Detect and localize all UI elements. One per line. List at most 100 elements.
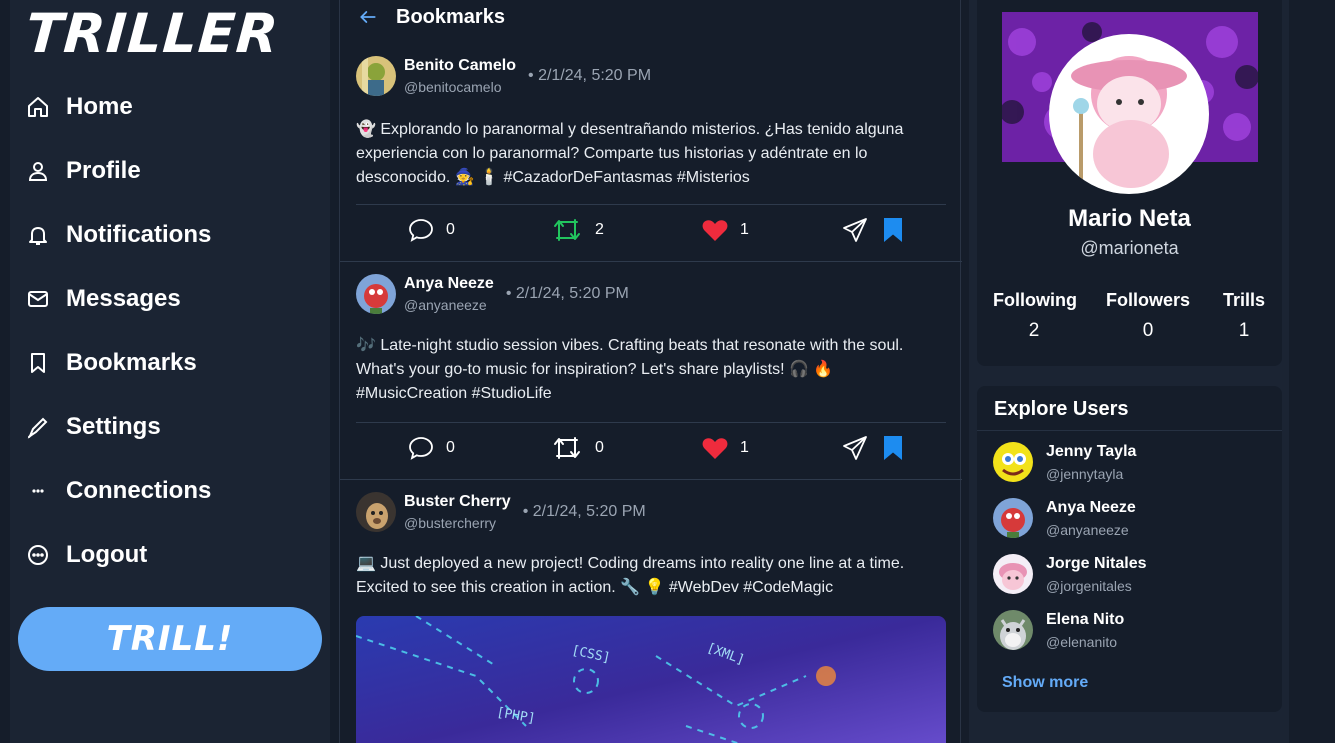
bookmark-button[interactable]	[879, 434, 907, 462]
explore-user-item[interactable]: Anya Neeze @anyaneeze	[993, 498, 1136, 538]
post-header: Anya Neeze @anyaneeze • 2/1/24, 5:20 PM	[356, 274, 629, 314]
bookmark-filled-icon	[884, 436, 902, 460]
explore-user-item[interactable]: Elena Nito @elenanito	[993, 610, 1124, 650]
stat-label: Following	[993, 290, 1077, 310]
explore-user-name: Jorge Nitales	[1046, 554, 1147, 572]
right-panel: Mario Neta @marioneta Following 2 Follow…	[969, 0, 1289, 743]
sidebar-item-label: Connections	[66, 477, 212, 504]
show-more-link[interactable]: Show more	[1002, 674, 1088, 692]
sidebar-item-label: Messages	[66, 285, 181, 312]
send-icon	[843, 218, 867, 242]
stat-following[interactable]: Following 2	[993, 290, 1077, 342]
share-button[interactable]	[841, 434, 869, 462]
avatar	[993, 498, 1033, 538]
bookmark-icon	[31, 353, 45, 373]
avatar[interactable]	[356, 492, 396, 532]
trill-button[interactable]: TRILL!	[18, 607, 322, 671]
post-author-handle[interactable]: @anyaneeze	[404, 297, 494, 313]
comment-icon	[409, 219, 433, 242]
sidebar-item-label: Bookmarks	[66, 349, 197, 376]
profile-card: Mario Neta @marioneta Following 2 Follow…	[977, 0, 1282, 366]
like-count: 1	[740, 221, 749, 238]
retrill-icon	[554, 437, 580, 459]
pen-icon	[27, 417, 48, 439]
avatar	[993, 442, 1033, 482]
comment-icon	[409, 437, 433, 460]
comment-count: 0	[446, 439, 455, 456]
explore-user-item[interactable]: Jorge Nitales @jorgenitales	[993, 554, 1146, 594]
post-card: Anya Neeze @anyaneeze • 2/1/24, 5:20 PM …	[340, 262, 962, 480]
back-arrow-icon[interactable]	[358, 7, 378, 27]
share-button[interactable]	[841, 216, 869, 244]
stat-value: 0	[1142, 320, 1154, 341]
sidebar-item-profile[interactable]: Profile	[10, 139, 330, 203]
post-timestamp: • 2/1/24, 5:20 PM	[505, 285, 629, 302]
retrill-button[interactable]: 2	[550, 216, 604, 244]
feed-header: Bookmarks	[340, 0, 960, 34]
post-card: Benito Camelo @benitocamelo • 2/1/24, 5:…	[340, 40, 962, 262]
post-timestamp: • 2/1/24, 5:20 PM	[522, 503, 646, 520]
explore-user-handle: @jennytayla	[1046, 465, 1124, 482]
retrill-count: 0	[595, 439, 604, 456]
post-image[interactable]: [CSS] [XML] [PHP]	[356, 616, 946, 743]
post-author-name[interactable]: Anya Neeze	[404, 275, 494, 293]
sidebar-item-label: Profile	[66, 157, 141, 184]
post-text: 🎶 Late-night studio session vibes. Craft…	[356, 337, 904, 402]
avatar[interactable]	[356, 274, 396, 314]
post-actions: 0 0 1	[356, 422, 946, 472]
send-icon	[843, 436, 867, 460]
post-author-handle[interactable]: @bustercherry	[404, 515, 511, 531]
bookmarks-feed: Bookmarks Benito Camelo @benitocamelo • …	[339, 0, 962, 743]
post-timestamp: • 2/1/24, 5:20 PM	[528, 67, 652, 84]
sidebar-item-notifications[interactable]: Notifications	[10, 203, 330, 267]
user-icon	[28, 162, 48, 181]
comment-button[interactable]: 0	[407, 434, 455, 462]
stat-value: 2	[1028, 320, 1040, 341]
explore-user-handle: @anyaneeze	[1046, 521, 1129, 538]
sidebar: TRILLER Home Profile Notifications Messa…	[10, 0, 330, 743]
retrill-button[interactable]: 0	[550, 434, 604, 462]
explore-user-handle: @elenanito	[1046, 633, 1118, 650]
profile-name: Mario Neta	[1068, 205, 1191, 232]
post-author-name[interactable]: Buster Cherry	[404, 493, 511, 511]
stat-value: 1	[1238, 320, 1250, 341]
sidebar-item-label: Notifications	[66, 221, 212, 248]
comment-button[interactable]: 0	[407, 216, 455, 244]
stat-label: Followers	[1105, 290, 1190, 310]
app-logo[interactable]: TRILLER	[24, 2, 281, 65]
post-author-handle[interactable]: @benitocamelo	[404, 79, 516, 95]
dots-icon	[32, 489, 44, 493]
stat-label: Trills	[1222, 290, 1266, 310]
post-actions: 0 2 1	[356, 204, 946, 254]
explore-user-item[interactable]: Jenny Tayla @jennytayla	[993, 442, 1136, 482]
sidebar-item-messages[interactable]: Messages	[10, 267, 330, 331]
explore-user-handle: @jorgenitales	[1046, 577, 1132, 594]
avatar[interactable]	[356, 56, 396, 96]
sidebar-item-home[interactable]: Home	[10, 75, 330, 139]
profile-handle: @marioneta	[1080, 238, 1179, 258]
like-count: 1	[740, 439, 749, 456]
sidebar-item-label: Logout	[66, 541, 148, 568]
bookmark-filled-icon	[884, 218, 902, 242]
post-author-name[interactable]: Benito Camelo	[404, 57, 516, 75]
sidebar-item-connections[interactable]: Connections	[10, 459, 330, 523]
explore-user-name: Elena Nito	[1046, 610, 1125, 628]
post-card: Buster Cherry @bustercherry • 2/1/24, 5:…	[340, 480, 962, 743]
sidebar-item-settings[interactable]: Settings	[10, 395, 330, 459]
like-button[interactable]: 1	[701, 434, 749, 462]
stat-trills[interactable]: Trills 1	[1221, 290, 1267, 342]
sidebar-item-label: Home	[66, 93, 133, 120]
retrill-count: 2	[595, 221, 604, 238]
profile-avatar[interactable]	[1049, 34, 1209, 194]
bookmark-button[interactable]	[879, 216, 907, 244]
post-header: Buster Cherry @bustercherry • 2/1/24, 5:…	[356, 492, 646, 532]
explore-title: Explore Users	[977, 386, 1282, 431]
like-button[interactable]: 1	[701, 216, 749, 244]
page-title: Bookmarks	[396, 5, 505, 28]
avatar	[993, 610, 1033, 650]
sidebar-item-label: Settings	[66, 413, 161, 440]
stat-followers[interactable]: Followers 0	[1105, 290, 1191, 342]
sidebar-item-logout[interactable]: Logout	[10, 523, 330, 587]
sidebar-item-bookmarks[interactable]: Bookmarks	[10, 331, 330, 395]
heart-icon	[702, 438, 728, 459]
